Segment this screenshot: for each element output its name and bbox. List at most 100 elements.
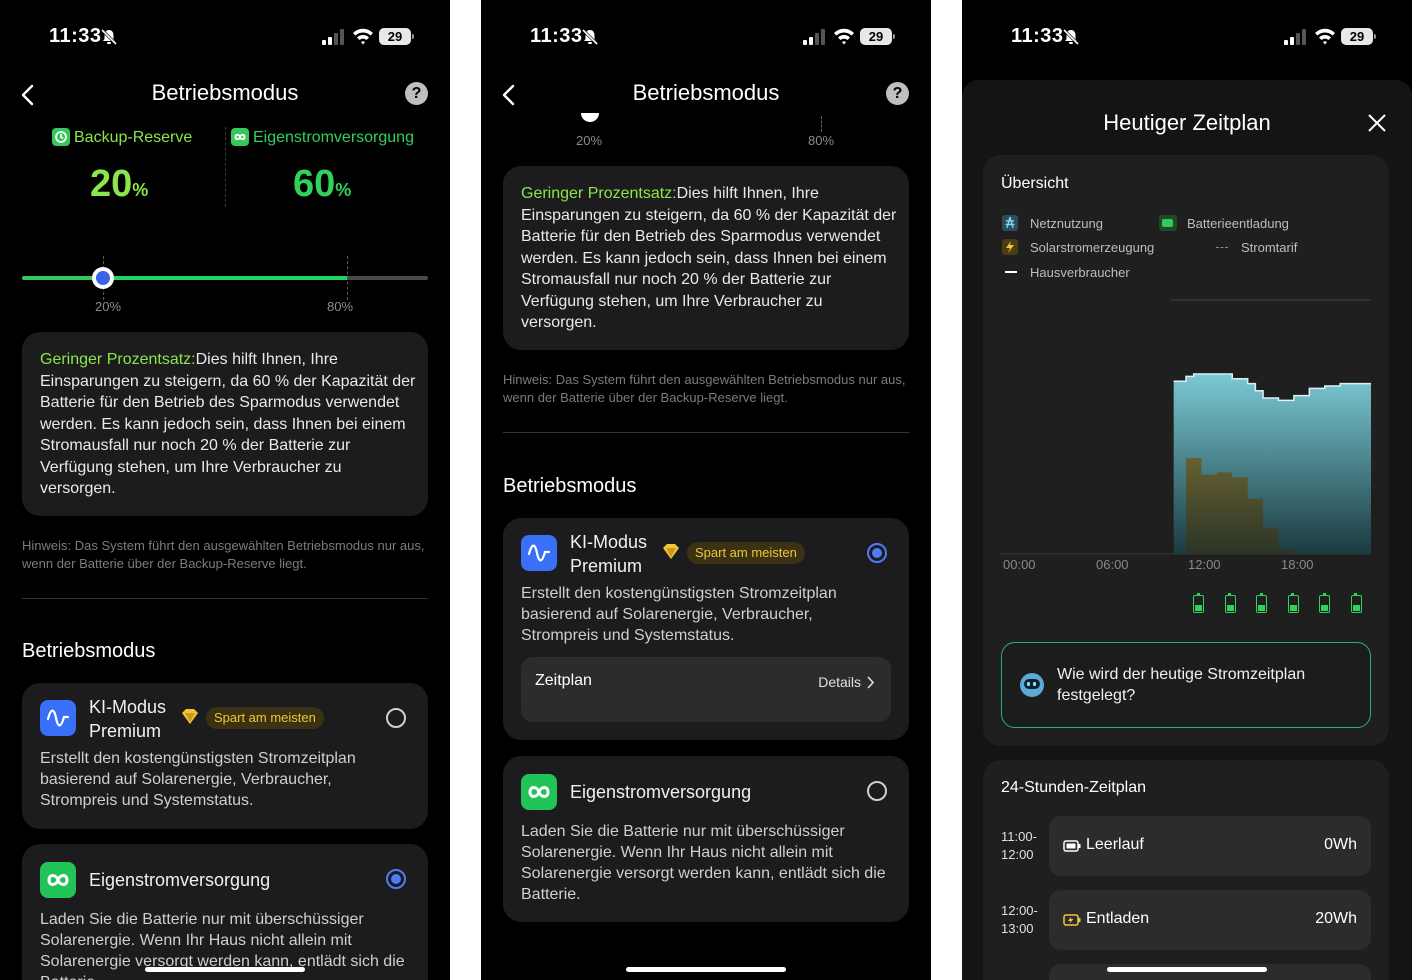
reserve-slider[interactable] [22, 256, 428, 300]
slider-thumb-partial[interactable] [581, 113, 599, 122]
schedule-row[interactable]: Zeitplan Details [521, 657, 891, 722]
muted-bell-icon [100, 28, 118, 46]
ki-mode-radio[interactable] [867, 543, 887, 563]
battery-slot-icon [1256, 593, 1267, 613]
row-0-mode: Leerlauf [1086, 836, 1144, 853]
ki-mode-name-2: Premium [570, 556, 643, 576]
self-supply-name: Eigenstromversorgung [89, 870, 271, 890]
schedule-question-card[interactable]: Wie wird der heutige Stromzeitplan festg… [1001, 642, 1371, 728]
slider-fill-self [103, 276, 347, 280]
page-title: Betriebsmodus [632, 80, 780, 105]
details-link[interactable]: Details [818, 674, 861, 690]
ai-wave-icon [521, 535, 557, 571]
status-time: 11:33 [1011, 25, 1064, 47]
info-text: Geringer Prozentsatz:Dies hilft Ihnen, I… [40, 349, 416, 500]
slider-label-low: 20% [576, 133, 603, 148]
muted-bell-icon [581, 28, 599, 46]
tick-2: 12:00 [1188, 557, 1221, 572]
info-text: Geringer Prozentsatz:Dies hilft Ihnen, I… [521, 183, 897, 334]
battery-idle-icon [1063, 840, 1081, 852]
self-supply-card[interactable]: Eigenstromversorgung Laden Sie die Batte… [22, 844, 428, 980]
info-card: Geringer Prozentsatz:Dies hilft Ihnen, I… [22, 332, 428, 516]
legend-grid: Netznutzung [1030, 216, 1103, 231]
battery-indicator: 29 [860, 28, 895, 45]
status-time: 11:33 [530, 25, 583, 47]
help-button[interactable]: ? [886, 82, 909, 105]
battery-slot-icon [1287, 593, 1299, 613]
tick-3: 18:00 [1281, 557, 1314, 572]
backup-reserve-label: Backup-Reserve [74, 129, 193, 146]
home-indicator[interactable] [145, 967, 305, 972]
ki-mode-name-1: KI-Modus [570, 532, 648, 552]
ki-mode-card[interactable]: KI-Modus Premium Spart am meisten Erstel… [503, 518, 909, 740]
screen-operating-mode-scrolled: 11:33 29 Betriebsmodus ? 20% 80% Geringe… [481, 0, 931, 980]
schedule-title: 24-Stunden-Zeitplan [1001, 779, 1146, 796]
ki-mode-name-2: Premium [89, 721, 162, 741]
slider-marker-high [346, 256, 348, 300]
hint-text: Hinweis: Das System führt den ausgewählt… [22, 538, 425, 571]
self-supply-card[interactable]: Eigenstromversorgung Laden Sie die Batte… [503, 756, 909, 922]
header-divider [225, 127, 226, 207]
self-supply-radio[interactable] [867, 781, 887, 801]
ki-mode-radio[interactable] [386, 708, 406, 728]
self-unit: % [335, 180, 352, 200]
backup-reserve-value-group: 20% [90, 163, 148, 206]
grid-legend-icon [1002, 215, 1018, 231]
row-1-time: 12:00- 13:00 [1001, 902, 1038, 938]
home-indicator[interactable] [626, 967, 786, 972]
slider-label-high: 80% [808, 133, 835, 148]
hint-text: Hinweis: Das System führt den ausgewählt… [503, 372, 906, 405]
slider-thumb[interactable] [92, 267, 115, 289]
row-1-energy: 20Wh [1315, 910, 1357, 927]
battery-slot-icon [1224, 593, 1236, 613]
row-0-time: 11:00- 12:00 [1001, 828, 1037, 864]
divider [503, 432, 909, 433]
status-time: 11:33 [49, 25, 102, 47]
infinity-icon [231, 128, 249, 146]
screen-operating-mode: 11:33 29 Betriebsmodus ? Backup-Reserve … [0, 0, 450, 980]
sheet-title: Heutiger Zeitplan [1103, 110, 1271, 135]
screen-today-schedule: 11:33 29 Heutiger Zeitplan Übersicht Net… [962, 0, 1412, 980]
ki-mode-desc: Erstellt den kostengünstigsten Stromzeit… [521, 585, 837, 644]
ki-mode-name-1: KI-Modus [89, 697, 167, 717]
slider-label-low: 20% [95, 299, 122, 314]
info-body: Dies hilft Ihnen, Ihre Einsparungen zu s… [521, 185, 897, 331]
energy-chart [1001, 299, 1371, 555]
premium-badge: Spart am meisten [687, 542, 805, 564]
row-0-energy: 0Wh [1324, 836, 1357, 853]
schedule-question: Wie wird der heutige Stromzeitplan festg… [1057, 666, 1306, 704]
overview-title: Übersicht [1001, 175, 1069, 192]
overview-card: Übersicht Netznutzung Batterieentladung … [983, 155, 1389, 746]
status-bar: 11:33 29 [0, 22, 450, 52]
info-card: Geringer Prozentsatz:Dies hilft Ihnen, I… [503, 166, 909, 350]
muted-bell-icon [1062, 28, 1080, 46]
battery-indicator: 29 [379, 28, 414, 45]
ki-mode-desc: Erstellt den kostengünstigsten Stromzeit… [40, 750, 356, 809]
ki-mode-card[interactable]: KI-Modus Premium Spart am meisten Erstel… [22, 683, 428, 829]
slider-marker-high [821, 116, 822, 132]
close-icon[interactable] [1368, 114, 1386, 132]
house-legend-line [1005, 271, 1017, 273]
home-indicator[interactable] [1107, 967, 1267, 972]
signal-icon [1284, 29, 1306, 45]
chevron-right-icon [867, 676, 875, 689]
legend-discharge: Batterieentladung [1187, 216, 1289, 231]
schedule-label: Zeitplan [535, 672, 592, 689]
self-supply-radio[interactable] [386, 869, 406, 889]
tariff-legend-line [1216, 247, 1228, 248]
status-bar: 11:33 29 [962, 22, 1412, 52]
schedule-row-discharge[interactable]: Entladen 20Wh [1049, 890, 1371, 950]
legend-solar: Solarstromerzeugung [1030, 240, 1155, 255]
self-supply-value: 60 [293, 163, 336, 205]
ai-wave-icon [40, 700, 76, 736]
help-button[interactable]: ? [405, 82, 428, 105]
schedule-card: 24-Stunden-Zeitplan 11:00- 12:00 Leerlau… [983, 760, 1389, 980]
battery-slot-icon [1193, 593, 1204, 613]
schedule-row-idle[interactable]: Leerlauf 0Wh [1049, 816, 1371, 876]
row-0-from: 11:00- [1001, 829, 1037, 844]
wifi-icon [834, 28, 854, 45]
row-1-to: 13:00 [1001, 921, 1034, 936]
legend-house: Hausverbraucher [1030, 265, 1130, 280]
tick-1: 06:00 [1096, 557, 1129, 572]
divider [22, 598, 428, 599]
